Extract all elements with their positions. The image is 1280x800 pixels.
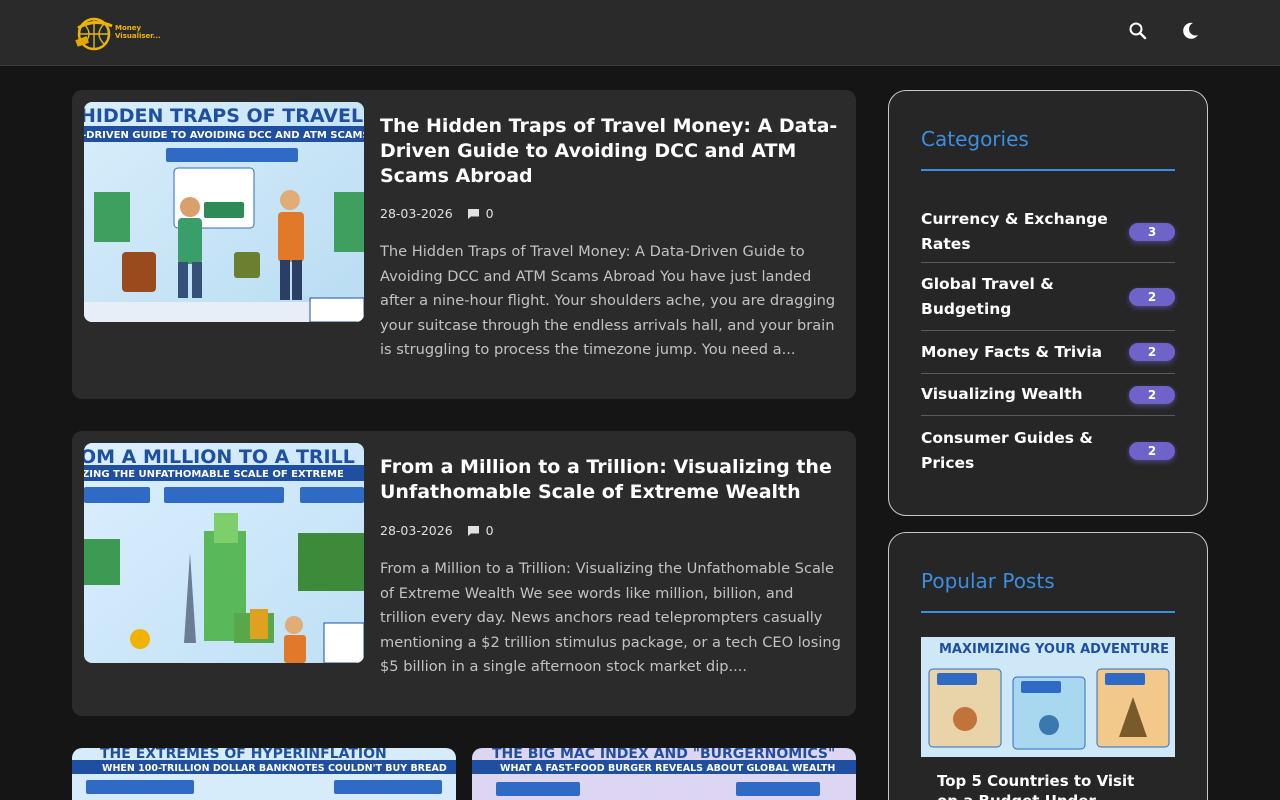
post-title[interactable]: From a Million to a Trillion: Visualizin… — [380, 455, 840, 505]
title-underline — [921, 611, 1175, 613]
search-icon — [1129, 22, 1147, 40]
top-navigation-bar: Money Visualiser... — [0, 0, 1280, 66]
category-count-badge: 2 — [1129, 385, 1175, 404]
title-underline — [921, 169, 1175, 171]
thumb-subheading: ZING THE UNFATHOMABLE SCALE OF EXTREME — [84, 469, 344, 480]
pop-thumb-heading: MAXIMIZING YOUR ADVENTURE — [939, 642, 1169, 657]
hyperinflation-infographic-image: THE EXTREMES OF HYPERINFLATION WHEN 100-… — [72, 748, 456, 800]
adventure-infographic-image: MAXIMIZING YOUR ADVENTURE — [921, 637, 1175, 757]
popular-posts-widget: Popular Posts MAXIMIZING YOUR ADVENTURE … — [888, 532, 1208, 800]
extreme-wealth-infographic-image: OM A MILLION TO A TRILL ZING THE UNFATHO… — [84, 443, 364, 663]
moon-icon — [1183, 22, 1198, 39]
post-thumbnail[interactable]: OM A MILLION TO A TRILL ZING THE UNFATHO… — [84, 443, 364, 663]
mini-heading: THE BIG MAC INDEX AND "BURGERNOMICS" — [492, 748, 835, 762]
categories-widget: Categories Currency & Exchange Rates 3 G… — [888, 90, 1208, 516]
thumb-heading: HIDDEN TRAPS OF TRAVEL M — [84, 105, 364, 127]
category-name: Currency & Exchange Rates — [921, 209, 1108, 253]
comment-count[interactable]: 0 — [467, 206, 494, 221]
comment-count[interactable]: 0 — [467, 523, 494, 538]
post-date: 28-03-2026 — [380, 206, 453, 221]
post-card[interactable]: OM A MILLION TO A TRILL ZING THE UNFATHO… — [72, 431, 856, 716]
category-name: Visualizing Wealth — [921, 385, 1083, 403]
search-button[interactable] — [1126, 19, 1150, 43]
post-meta: 28-03-2026 0 — [380, 523, 494, 538]
popular-post-title[interactable]: Top 5 Countries to Visit on a Budget Und… — [937, 771, 1157, 800]
mini-subheading: WHEN 100-TRILLION DOLLAR BANKNOTES COULD… — [102, 763, 447, 774]
category-count-badge: 3 — [1129, 222, 1175, 241]
thumb-subheading: -DRIVEN GUIDE TO AVOIDING DCC AND ATM SC… — [84, 130, 364, 141]
comment-count-value: 0 — [485, 206, 494, 221]
post-excerpt: From a Million to a Trillion: Visualizin… — [380, 560, 841, 675]
travel-money-infographic-image: HIDDEN TRAPS OF TRAVEL M -DRIVEN GUIDE T… — [84, 102, 364, 322]
popular-post-thumbnail[interactable]: MAXIMIZING YOUR ADVENTURE — [921, 637, 1175, 757]
site-logo[interactable]: Money Visualiser... — [74, 14, 161, 52]
category-item[interactable]: Money Facts & Trivia 2 — [921, 331, 1175, 374]
post-card-preview[interactable]: THE BIG MAC INDEX AND "BURGERNOMICS" WHA… — [472, 748, 856, 800]
theme-toggle-button[interactable] — [1178, 19, 1202, 43]
mini-heading: THE EXTREMES OF HYPERINFLATION — [100, 748, 387, 762]
category-list: Currency & Exchange Rates 3 Global Trave… — [921, 201, 1175, 486]
category-count-badge: 2 — [1129, 287, 1175, 306]
category-item[interactable]: Currency & Exchange Rates 3 — [921, 201, 1175, 263]
categories-title: Categories — [921, 127, 1029, 151]
category-item[interactable]: Visualizing Wealth 2 — [921, 374, 1175, 416]
comment-count-value: 0 — [485, 523, 494, 538]
post-meta: 28-03-2026 0 — [380, 206, 494, 221]
category-name: Consumer Guides & Prices — [921, 429, 1093, 472]
post-title[interactable]: The Hidden Traps of Travel Money: A Data… — [380, 114, 840, 189]
mini-subheading: WHAT A FAST-FOOD BURGER REVEALS ABOUT GL… — [500, 763, 835, 774]
category-name: Money Facts & Trivia — [921, 342, 1103, 361]
thumb-heading: OM A MILLION TO A TRILL — [84, 446, 355, 468]
post-card-preview[interactable]: THE EXTREMES OF HYPERINFLATION WHEN 100-… — [72, 748, 456, 800]
comment-icon — [467, 208, 479, 219]
popular-posts-title: Popular Posts — [921, 569, 1055, 593]
post-date: 28-03-2026 — [380, 523, 453, 538]
big-mac-index-infographic-image: THE BIG MAC INDEX AND "BURGERNOMICS" WHA… — [472, 748, 856, 800]
category-name: Global Travel & Budgeting — [921, 274, 1054, 318]
post-excerpt: The Hidden Traps of Travel Money: A Data… — [380, 243, 836, 358]
post-card[interactable]: HIDDEN TRAPS OF TRAVEL M -DRIVEN GUIDE T… — [72, 90, 856, 399]
logo-text: Money Visualiser... — [115, 24, 161, 40]
category-item[interactable]: Global Travel & Budgeting 2 — [921, 263, 1175, 331]
category-count-badge: 2 — [1129, 343, 1175, 361]
post-thumbnail[interactable]: HIDDEN TRAPS OF TRAVEL M -DRIVEN GUIDE T… — [84, 102, 364, 322]
comment-icon — [467, 525, 479, 536]
category-item[interactable]: Consumer Guides & Prices 2 — [921, 416, 1175, 486]
category-count-badge: 2 — [1129, 442, 1175, 460]
